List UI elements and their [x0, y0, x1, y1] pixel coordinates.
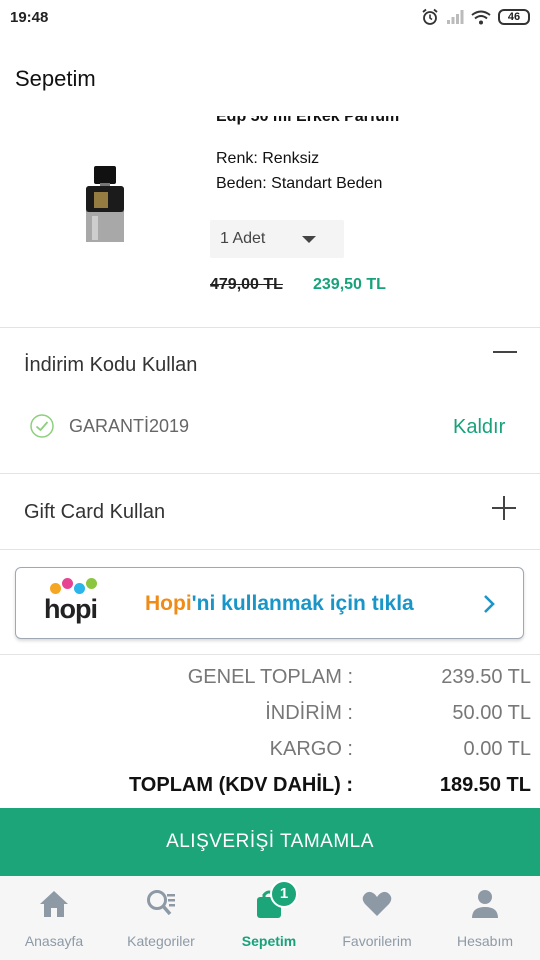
nav-home[interactable]: Anasayfa: [0, 876, 108, 960]
discounted-price: 239,50 TL: [313, 276, 386, 293]
cart-item: Edp 50 ml Erkek Parfüm Renk: Renksiz Bed…: [0, 116, 540, 328]
discount-label: İNDİRİM :: [265, 702, 353, 724]
shipping-value: 0.00 TL: [463, 738, 531, 760]
quantity-select[interactable]: 1 Adet: [210, 220, 344, 258]
hopi-logo-text: hopi: [44, 594, 98, 624]
nav-home-label: Anasayfa: [24, 933, 84, 949]
status-icons: 46: [421, 8, 530, 26]
nav-cart-label: Sepetim: [241, 933, 297, 949]
product-color: Renk: Renksiz: [216, 150, 320, 167]
remove-coupon-button[interactable]: Kaldır: [453, 416, 505, 439]
complete-purchase-button[interactable]: ALIŞVERİŞİ TAMAMLA: [0, 808, 540, 876]
cart-count-badge: 1: [270, 880, 298, 908]
home-icon: [40, 891, 68, 917]
summary-row-general: GENEL TOPLAM : 239.50 TL: [0, 666, 540, 696]
page-header: Sepetim: [0, 36, 540, 116]
product-image[interactable]: [80, 164, 130, 244]
nav-cart[interactable]: Sepetim: [215, 876, 323, 960]
quantity-value: 1 Adet: [220, 230, 266, 247]
gift-card-section[interactable]: Gift Card Kullan: [0, 474, 540, 550]
dropdown-caret-icon: [302, 236, 316, 243]
summary-row-discount: İNDİRİM : 50.00 TL: [0, 702, 540, 732]
hopi-cta-text: Hopi'ni kullanmak için tıkla: [145, 592, 414, 616]
discount-value: 50.00 TL: [452, 702, 531, 724]
collapse-minus-icon[interactable]: [493, 351, 517, 353]
chevron-right-icon: [484, 595, 495, 613]
nav-favorites-label: Favorilerim: [342, 933, 412, 949]
hopi-brand: Hopi: [145, 592, 192, 615]
alarm-icon: [422, 8, 438, 25]
nav-favorites[interactable]: Favorilerim: [323, 876, 431, 960]
old-price: 479,00 TL: [210, 276, 283, 293]
status-bar: 19:48 46: [0, 0, 540, 36]
nav-categories[interactable]: Kategoriler: [107, 876, 215, 960]
product-name[interactable]: Edp 50 ml Erkek Parfüm: [216, 116, 399, 126]
page-title: Sepetim: [15, 66, 96, 91]
signal-icon: [447, 10, 464, 24]
discount-code-label[interactable]: İndirim Kodu Kullan: [24, 354, 197, 377]
logo-dot: [74, 583, 85, 594]
total-value: 189.50 TL: [439, 774, 531, 796]
logo-dot: [62, 578, 73, 589]
applied-coupon-code: GARANTİ2019: [69, 416, 190, 436]
nav-categories-label: Kategoriler: [127, 933, 195, 949]
general-total-label: GENEL TOPLAM :: [187, 666, 353, 688]
logo-dot: [50, 583, 61, 594]
shipping-label: KARGO :: [269, 738, 353, 760]
total-label: TOPLAM (KDV DAHİL) :: [128, 774, 353, 796]
summary-row-shipping: KARGO : 0.00 TL: [0, 738, 540, 768]
battery-icon: 46: [498, 9, 530, 25]
hopi-cta-suffix: 'ni kullanmak için tıkla: [191, 592, 414, 615]
general-total-value: 239.50 TL: [441, 666, 531, 688]
status-time: 19:48: [10, 9, 49, 26]
expand-plus-icon[interactable]: [492, 496, 516, 520]
discount-code-section: İndirim Kodu Kullan GARANTİ2019 Kaldır: [0, 328, 540, 474]
heart-icon: [362, 891, 392, 916]
product-size: Beden: Standart Beden: [216, 175, 383, 192]
logo-dot: [86, 578, 97, 589]
categories-search-icon: [147, 890, 175, 916]
summary-row-total: TOPLAM (KDV DAHİL) : 189.50 TL: [0, 774, 540, 804]
hopi-logo: hopi: [42, 578, 102, 628]
hopi-section: hopi Hopi'ni kullanmak için tıkla: [0, 550, 540, 655]
wifi-icon: [471, 10, 491, 25]
user-icon: [472, 890, 498, 918]
nav-account[interactable]: Hesabım: [431, 876, 539, 960]
check-circle-icon: [30, 414, 54, 438]
gift-card-label[interactable]: Gift Card Kullan: [24, 501, 165, 524]
order-summary: GENEL TOPLAM : 239.50 TL İNDİRİM : 50.00…: [0, 656, 540, 808]
nav-account-label: Hesabım: [456, 933, 514, 949]
hopi-button[interactable]: hopi Hopi'ni kullanmak için tıkla: [15, 567, 524, 639]
